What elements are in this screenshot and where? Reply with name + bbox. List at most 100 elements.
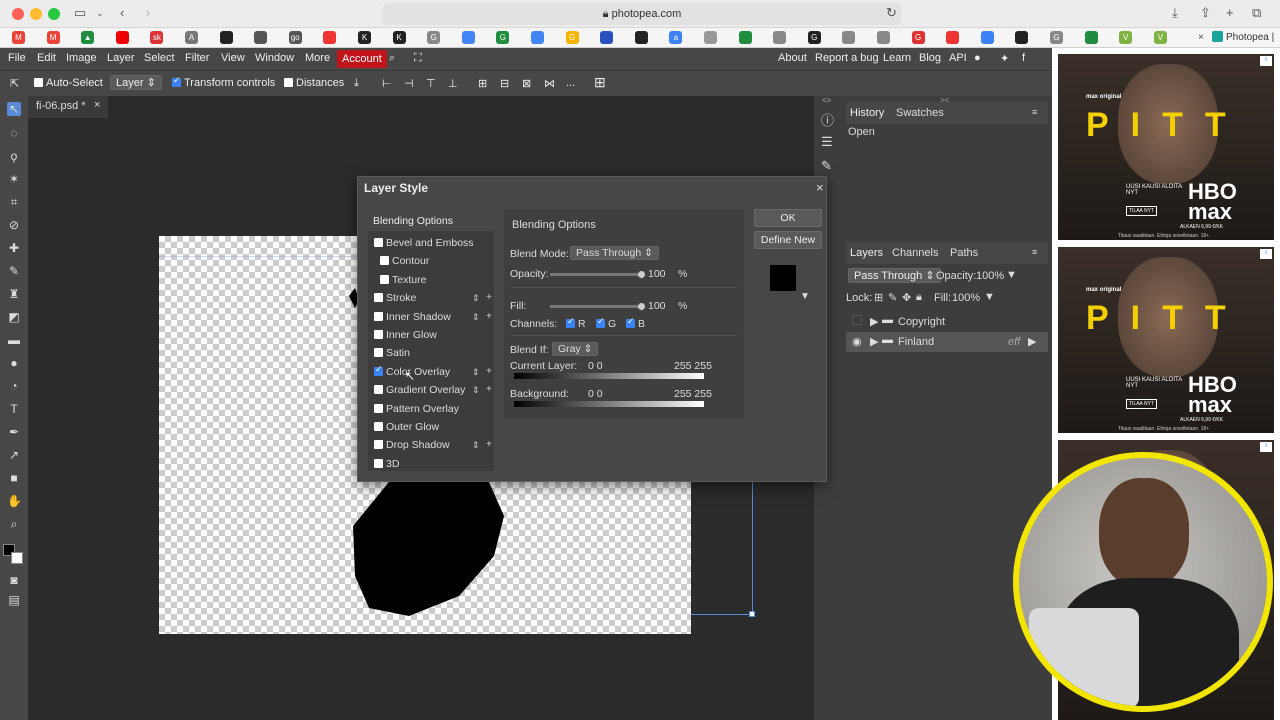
effects-expand-icon[interactable]: ▶ xyxy=(1028,335,1036,348)
add-style-icon[interactable]: + xyxy=(486,311,492,322)
tab-overview-icon[interactable]: ⧉ xyxy=(1252,5,1261,21)
channel-g-checkbox[interactable]: G xyxy=(596,316,616,330)
bookmark-27-icon[interactable] xyxy=(946,31,960,44)
background-color-swatch[interactable] xyxy=(11,552,23,564)
bookmark-29-icon[interactable] xyxy=(1015,31,1029,44)
style-item-pattern-overlay[interactable]: Pattern Overlay xyxy=(374,403,459,415)
download-icon[interactable]: ⤓ xyxy=(1172,5,1178,21)
maximize-window-icon[interactable] xyxy=(48,8,60,20)
properties-icon[interactable]: ☰ xyxy=(821,134,833,150)
bookmark-30-icon[interactable]: G xyxy=(1050,31,1063,44)
layer-opacity-value[interactable]: 100% xyxy=(976,270,1004,282)
reorder-icon[interactable]: ⇕ xyxy=(472,293,480,304)
bookmark-16-icon[interactable]: G xyxy=(565,31,579,44)
menu-report-a-bug[interactable]: Report a bug xyxy=(815,52,879,64)
close-dialog-icon[interactable]: × xyxy=(816,180,824,195)
zoom-tool-icon[interactable]: ⌕ xyxy=(7,517,21,531)
ad-cta[interactable]: TILAA NYT xyxy=(1126,399,1158,409)
style-item-inner-glow[interactable]: Inner Glow xyxy=(374,329,437,341)
style-item-contour[interactable]: Contour xyxy=(380,255,429,267)
shape-tool-icon[interactable]: ■ xyxy=(7,471,21,485)
align-center-icon[interactable]: ⊣ xyxy=(404,77,414,90)
opacity-dropdown-icon[interactable]: ▼ xyxy=(1006,269,1017,281)
bookmark-26-icon[interactable]: G xyxy=(911,31,925,44)
effects-badge[interactable]: eff xyxy=(1008,336,1020,348)
bookmark-31-icon[interactable] xyxy=(1084,31,1098,44)
menu-file[interactable]: File xyxy=(8,52,26,64)
layer-row-copyright[interactable]: ▶ ▬ Copyright xyxy=(846,312,1048,332)
bookmark-1-icon[interactable]: M xyxy=(46,31,60,44)
add-style-icon[interactable]: + xyxy=(486,439,492,450)
bookmark-22-icon[interactable] xyxy=(773,31,787,44)
style-item-stroke[interactable]: Stroke xyxy=(374,292,416,304)
bookmark-25-icon[interactable] xyxy=(877,31,890,44)
add-style-icon[interactable]: + xyxy=(486,366,492,377)
minimize-window-icon[interactable] xyxy=(30,8,42,20)
menu-learn[interactable]: Learn xyxy=(883,52,911,64)
bookmark-10-icon[interactable]: K xyxy=(358,31,371,44)
bookmark-21-icon[interactable] xyxy=(738,31,752,44)
style-checkbox[interactable] xyxy=(374,403,383,413)
blend-mode-dropdown[interactable]: Pass Through ⇕ xyxy=(570,246,659,260)
blur-tool-icon[interactable]: ● xyxy=(7,356,21,370)
reorder-icon[interactable]: ⇕ xyxy=(472,385,480,396)
chevron-down-icon[interactable]: ⌄ xyxy=(96,8,104,19)
add-style-icon[interactable]: + xyxy=(486,384,492,395)
layer-blend-mode-dropdown[interactable]: Pass Through ⇕ xyxy=(848,268,941,283)
style-checkbox[interactable] xyxy=(374,311,383,321)
style-checkbox[interactable] xyxy=(374,422,383,431)
auto-select-checkbox[interactable]: Auto-Select xyxy=(34,77,103,89)
bookmark-11-icon[interactable]: K xyxy=(392,31,406,44)
menu-layer[interactable]: Layer xyxy=(107,52,135,64)
hand-tool-icon[interactable]: ✋ xyxy=(7,494,22,508)
style-checkbox[interactable] xyxy=(374,238,383,247)
new-tab-icon[interactable]: + xyxy=(1226,5,1234,20)
reorder-icon[interactable]: ⇕ xyxy=(472,440,480,451)
bookmark-23-icon[interactable]: G xyxy=(807,31,821,44)
ad-info-icon[interactable]: i xyxy=(1260,249,1272,259)
menu-edit[interactable]: Edit xyxy=(37,52,56,64)
menu-blog[interactable]: Blog xyxy=(919,52,941,64)
grid-icon[interactable]: ⊞ xyxy=(594,74,606,91)
healing-brush-icon[interactable]: ✚ xyxy=(7,241,21,255)
bookmark-19-icon[interactable]: a xyxy=(669,31,683,44)
style-checkbox[interactable] xyxy=(374,348,383,358)
menu-select[interactable]: Select xyxy=(144,52,175,64)
sidebar-toggle-icon[interactable]: ▭ xyxy=(74,5,86,21)
bookmark-33-icon[interactable]: V xyxy=(1153,31,1167,44)
layer-row-finland[interactable]: ◉ ▶ ▬ Finland eff ▶ xyxy=(846,332,1048,352)
distribute-center-icon[interactable]: ⊟ xyxy=(500,77,509,90)
forward-icon[interactable]: › xyxy=(146,5,150,20)
style-item-outer-glow[interactable]: Outer Glow xyxy=(374,421,439,433)
style-item-texture[interactable]: Texture xyxy=(380,274,426,286)
history-item[interactable]: Open xyxy=(848,126,875,138)
align-left-icon[interactable]: ⊢ xyxy=(382,77,392,90)
blending-options-item[interactable]: Blending Options xyxy=(373,215,453,227)
transform-controls-checkbox[interactable]: Transform controls xyxy=(172,75,275,89)
more-options[interactable]: ... xyxy=(566,77,575,89)
search-icon[interactable]: ⌕ xyxy=(389,52,395,65)
background-gradient[interactable] xyxy=(514,401,704,407)
clone-stamp-icon[interactable]: ♜ xyxy=(7,287,21,301)
account-button[interactable]: Account xyxy=(337,50,387,68)
path-select-icon[interactable]: ↗ xyxy=(7,448,21,462)
bookmark-17-icon[interactable] xyxy=(600,31,614,44)
style-item-drop-shadow[interactable]: Drop Shadow xyxy=(374,439,450,451)
collapse-icon[interactable]: <> xyxy=(822,96,831,105)
style-item-inner-shadow[interactable]: Inner Shadow xyxy=(374,311,451,323)
lock-pixels-icon[interactable]: ✎ xyxy=(888,291,897,304)
reddit-icon[interactable]: ● xyxy=(974,52,981,64)
current-layer-gradient[interactable] xyxy=(514,373,704,379)
bookmark-32-icon[interactable]: V xyxy=(1119,31,1133,44)
lasso-tool-icon[interactable]: ϙ xyxy=(7,149,21,163)
bookmark-6-icon[interactable] xyxy=(219,31,233,44)
facebook-icon[interactable]: f xyxy=(1022,52,1025,64)
style-checkbox[interactable] xyxy=(374,458,383,468)
style-checkbox[interactable] xyxy=(374,440,383,450)
reload-icon[interactable]: ↻ xyxy=(886,5,897,21)
style-checkbox[interactable] xyxy=(374,364,383,376)
bookmark-24-icon[interactable] xyxy=(842,31,856,44)
distribute-left-icon[interactable]: ⊞ xyxy=(478,77,487,90)
brush-panel-icon[interactable]: ✎ xyxy=(821,158,832,174)
eraser-icon[interactable]: ◩ xyxy=(7,310,21,324)
